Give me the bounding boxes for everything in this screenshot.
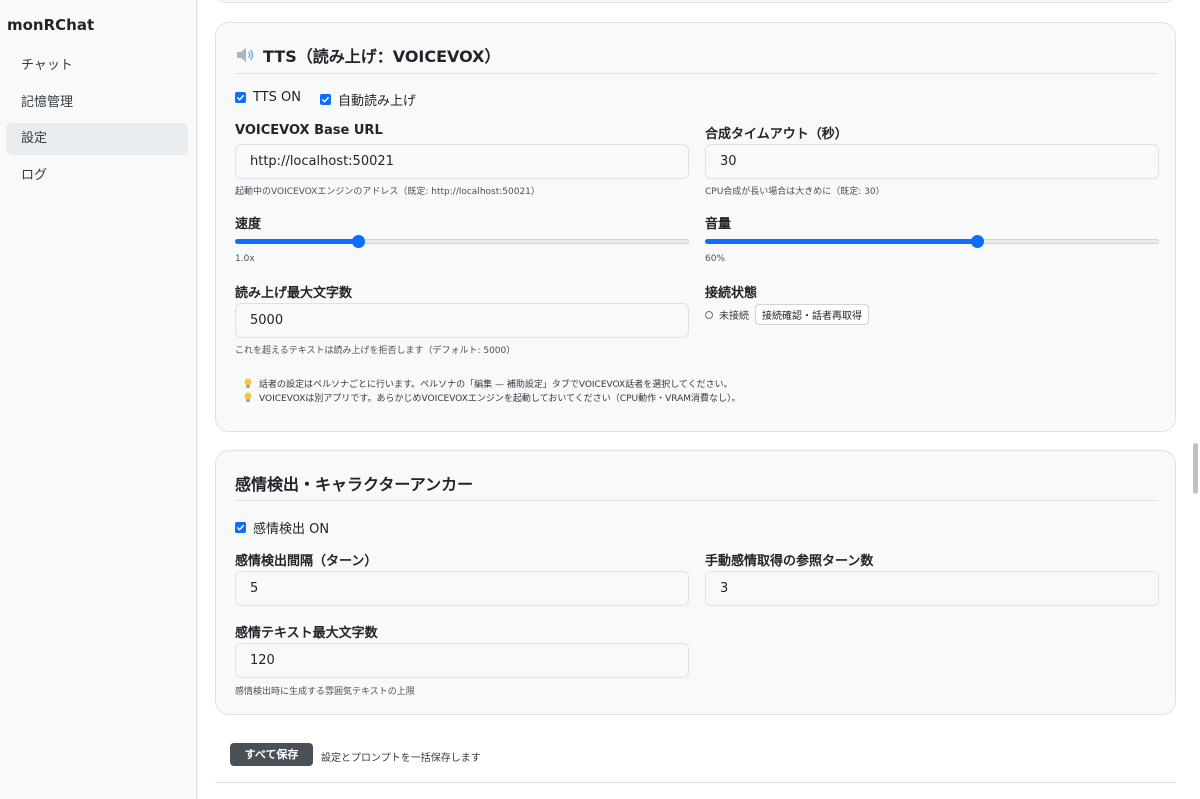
checkbox-checked-icon[interactable]	[235, 522, 246, 533]
speed-slider[interactable]	[235, 234, 689, 248]
max-chars-label: 読み上げ最大文字数	[235, 286, 353, 301]
interval-label: 感情検出間隔（ターン）	[235, 554, 378, 569]
app-title: monRChat	[7, 16, 95, 34]
tts-divider	[235, 73, 1158, 74]
checkbox-checked-icon[interactable]	[320, 94, 331, 105]
speed-label: 速度	[235, 217, 262, 232]
lightbulb-icon	[243, 392, 253, 403]
timeout-input[interactable]: 30	[705, 144, 1159, 179]
auto-read-label: 自動読み上げ	[338, 94, 417, 109]
scrollbar-thumb[interactable]	[1193, 443, 1198, 494]
auto-read-checkbox[interactable]: 自動読み上げ	[320, 90, 416, 109]
note-text: VOICEVOXは別アプリです。あらかじめVOICEVOXエンジンを起動しておい…	[259, 393, 741, 404]
slider-fill	[235, 239, 358, 244]
base-url-input[interactable]: http://localhost:50021	[235, 144, 689, 179]
settings-main: TTS（読み上げ：VOICEVOX） TTS ON 自動読み上げ VOICEVO…	[198, 0, 1190, 799]
save-all-button[interactable]: すべて保存	[230, 743, 313, 766]
tts-notes: 話者の設定はペルソナごとに行います。ペルソナの「編集 — 補助設定」タブでVOI…	[243, 376, 741, 404]
tts-on-checkbox[interactable]: TTS ON	[235, 90, 301, 105]
max-text-label: 感情テキスト最大文字数	[235, 626, 378, 641]
connection-status: 未接続	[719, 311, 749, 322]
timeout-hint: CPU合成が長い場合は大きめに（既定: 30）	[705, 187, 885, 197]
scrollbar[interactable]	[1190, 0, 1200, 799]
connection-status-row: 未接続 接続確認・話者再取得	[705, 304, 869, 325]
sidebar-item-log[interactable]: ログ	[6, 160, 188, 192]
check-connection-button[interactable]: 接続確認・話者再取得	[755, 304, 869, 325]
note-line: 話者の設定はペルソナごとに行います。ペルソナの「編集 — 補助設定」タブでVOI…	[243, 376, 741, 390]
manual-ref-label: 手動感情取得の参照ターン数	[705, 554, 874, 569]
volume-value: 60%	[705, 254, 726, 264]
emotion-detect-checkbox[interactable]: 感情検出 ON	[235, 518, 329, 537]
save-hint: 設定とプロンプトを一括保存します	[321, 753, 481, 764]
volume-slider[interactable]	[705, 234, 1159, 248]
connection-label: 接続状態	[705, 286, 758, 301]
slider-fill	[705, 239, 978, 244]
base-url-hint: 起動中のVOICEVOXエンジンのアドレス（既定: http://localho…	[235, 187, 540, 197]
sidebar-item-settings[interactable]: 設定	[6, 123, 188, 155]
volume-label: 音量	[705, 217, 732, 232]
slider-thumb[interactable]	[351, 235, 365, 248]
emotion-card-title: 感情検出・キャラクターアンカー	[235, 475, 474, 494]
sidebar-item-memory[interactable]: 記憶管理	[6, 87, 188, 119]
lightbulb-icon	[243, 378, 253, 389]
sidebar-item-chat[interactable]: チャット	[6, 50, 188, 82]
speed-value: 1.0x	[235, 254, 255, 264]
emotion-detect-label: 感情検出 ON	[253, 522, 330, 537]
checkbox-checked-icon[interactable]	[235, 92, 246, 103]
timeout-label: 合成タイムアウト（秒）	[705, 127, 848, 142]
footer-divider	[215, 782, 1176, 783]
tts-on-label: TTS ON	[253, 90, 301, 105]
emotion-card: 感情検出・キャラクターアンカー 感情検出 ON 感情検出間隔（ターン） 5 手動…	[215, 450, 1176, 715]
tts-card: TTS（読み上げ：VOICEVOX） TTS ON 自動読み上げ VOICEVO…	[215, 22, 1176, 432]
tts-title-text: TTS（読み上げ：VOICEVOX）	[263, 47, 501, 66]
emotion-divider	[235, 500, 1158, 501]
interval-input[interactable]: 5	[235, 571, 689, 606]
base-url-label: VOICEVOX Base URL	[235, 123, 383, 138]
note-line: VOICEVOXは別アプリです。あらかじめVOICEVOXエンジンを起動しておい…	[243, 390, 741, 404]
note-text: 話者の設定はペルソナごとに行います。ペルソナの「編集 — 補助設定」タブでVOI…	[259, 379, 733, 390]
max-chars-input[interactable]: 5000	[235, 303, 689, 338]
sidebar: monRChat チャット 記憶管理 設定 ログ	[0, 0, 197, 799]
max-chars-hint: これを超えるテキストは読み上げを拒否します（デフォルト: 5000）	[235, 346, 516, 356]
slider-thumb[interactable]	[971, 235, 985, 248]
max-text-hint: 感情検出時に生成する雰囲気テキストの上限	[235, 687, 415, 697]
tts-card-title: TTS（読み上げ：VOICEVOX）	[235, 43, 501, 67]
previous-card	[215, 0, 1176, 3]
manual-ref-input[interactable]: 3	[705, 571, 1159, 606]
speaker-icon	[235, 47, 255, 63]
max-text-input[interactable]: 120	[235, 643, 689, 678]
status-circle-icon	[705, 310, 713, 319]
